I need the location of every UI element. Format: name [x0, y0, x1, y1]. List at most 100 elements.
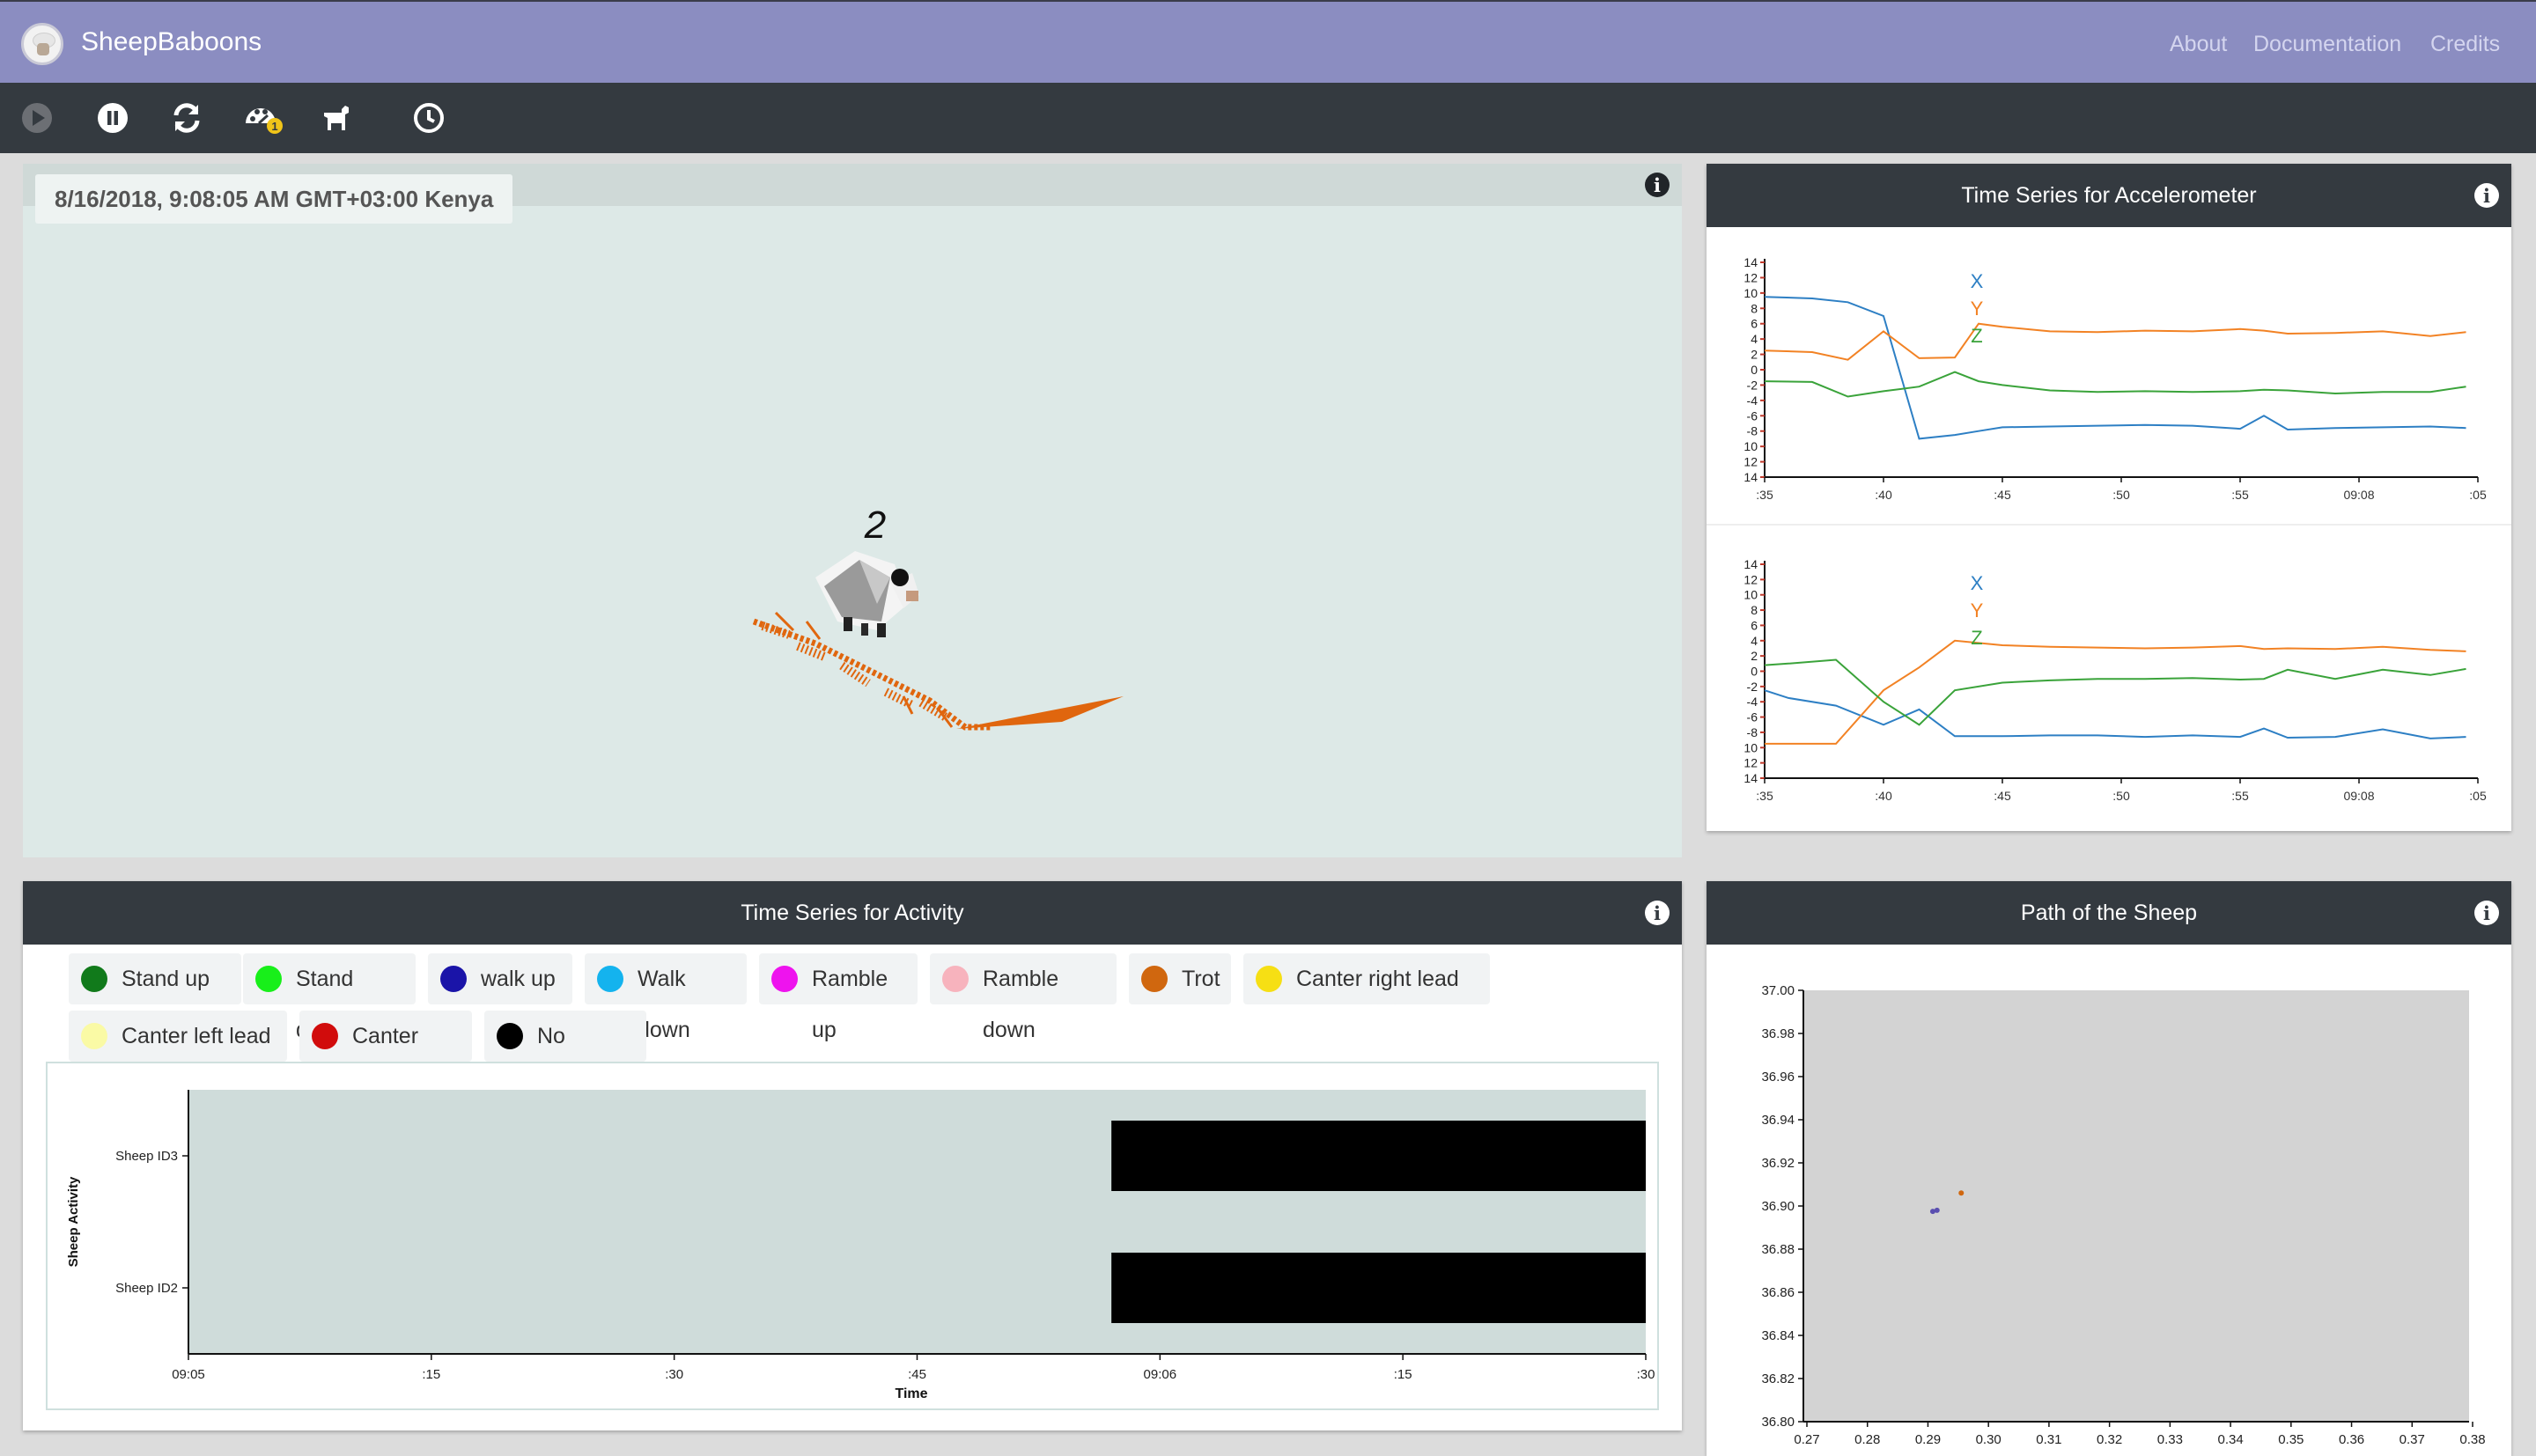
- x-tick-label: 0.35: [2278, 1432, 2304, 1447]
- x-tick-label: 0.34: [2217, 1432, 2243, 1447]
- category-label: Sheep ID2: [115, 1281, 178, 1296]
- legend-label: Canter right lead: [1296, 967, 1459, 991]
- y-tick-label: 8: [1751, 301, 1758, 315]
- y-tick-label: -4: [1747, 393, 1758, 408]
- path-panel: Path of the Sheep 36.8036.8236.8436.8636…: [1707, 881, 2511, 1456]
- x-tick-label: :35: [1756, 488, 1773, 502]
- y-tick-label: 2: [1751, 649, 1758, 663]
- refresh-icon[interactable]: [169, 100, 204, 136]
- x-tick-label: :40: [1875, 488, 1892, 502]
- y-axis-title: Sheep Activity: [66, 1176, 81, 1267]
- y-tick-label: 14: [1744, 470, 1758, 484]
- y-tick-label: 10: [1744, 286, 1758, 300]
- x-tick-label: :50: [2112, 789, 2130, 803]
- accelerometer-chart-1: 14121086420-2-4-6-8101214:35:40:45:50:55…: [1744, 255, 2487, 502]
- activity-chart: 09:05:15:30:45 09:06:15:30 Sheep ID3 Sheep …: [66, 1090, 1655, 1401]
- x-tick-label: :30: [665, 1367, 683, 1382]
- y-tick-label: 4: [1751, 332, 1758, 346]
- accelerometer-chart-2: 14121086420-2-4-6-8101214:35:40:45:50:55…: [1744, 557, 2487, 803]
- legend-label: walk up: [481, 967, 556, 991]
- x-tick-label: :45: [908, 1367, 926, 1382]
- x-tick-label: 09:05: [172, 1367, 205, 1382]
- series-line-y: [1764, 322, 2466, 361]
- x-tick-label: 0.33: [2157, 1432, 2183, 1447]
- y-tick-label: 0: [1751, 665, 1758, 679]
- accelerometer-charts: 14121086420-2-4-6-8101214:35:40:45:50:55…: [1707, 255, 2511, 803]
- x-tick-label: :05: [2469, 789, 2487, 803]
- x-tick-label: :55: [2231, 488, 2249, 502]
- animal-icon[interactable]: [319, 100, 354, 136]
- activity-info-icon[interactable]: [1645, 901, 1670, 925]
- sheep-model[interactable]: [815, 551, 919, 637]
- y-tick-label: 4: [1751, 634, 1758, 648]
- x-tick-label: 0.36: [2339, 1432, 2364, 1447]
- y-tick-label: 10: [1744, 740, 1758, 754]
- nav-link-documentation[interactable]: Documentation: [2253, 32, 2401, 57]
- legend-item-ramble-down[interactable]: Ramble down: [930, 953, 1117, 1042]
- y-tick-label: 14: [1744, 771, 1758, 785]
- clock-icon[interactable]: [411, 100, 446, 136]
- x-tick-label: 0.38: [2459, 1432, 2485, 1447]
- legend-item-canter-left-lead[interactable]: Canter left lead: [69, 1011, 287, 1062]
- y-tick-label: -8: [1747, 424, 1758, 438]
- x-tick-label: 0.28: [1854, 1432, 1880, 1447]
- y-tick-label: 36.90: [1761, 1199, 1795, 1214]
- series-line-y: [1765, 639, 2466, 745]
- path-point-2: [1934, 1207, 1940, 1213]
- series-label-z: Z: [1971, 325, 1982, 347]
- activity-bar-sheep-id2: [1111, 1253, 1646, 1323]
- nav-link-about[interactable]: About: [2170, 32, 2227, 57]
- x-tick-label: :45: [1994, 488, 2011, 502]
- palette-badge: 1: [271, 120, 277, 133]
- legend-item-stand-up[interactable]: Stand up: [69, 953, 241, 1004]
- legend-item-walk-up[interactable]: walk up: [428, 953, 572, 1004]
- legend-item-canter-right-lead[interactable]: Canter right lead: [1243, 953, 1490, 1004]
- toolbar: 1: [0, 83, 2536, 153]
- y-tick-label: -4: [1747, 695, 1758, 709]
- series-label-y: Y: [1971, 599, 1984, 621]
- y-tick-label: 12: [1744, 455, 1758, 469]
- y-tick-label: 12: [1744, 756, 1758, 770]
- y-tick-label: 2: [1751, 348, 1758, 362]
- x-tick-label: 0.37: [2400, 1432, 2425, 1447]
- brand-name[interactable]: SheepBaboons: [81, 27, 262, 57]
- y-tick-label: 6: [1751, 317, 1758, 331]
- series-line-x: [1764, 689, 2466, 739]
- y-tick-label: 36.84: [1761, 1328, 1795, 1343]
- legend-item-no-activity[interactable]: No Activity: [484, 1011, 646, 1099]
- top-navbar: SheepBaboons About Documentation Credits: [0, 0, 2536, 83]
- palette-icon[interactable]: 1: [243, 100, 285, 136]
- y-tick-label: 36.86: [1761, 1285, 1795, 1300]
- sheep-logo-icon[interactable]: [21, 23, 63, 65]
- nav-link-credits[interactable]: Credits: [2430, 32, 2500, 57]
- x-tick-label: 09:08: [2343, 789, 2374, 803]
- x-tick-label: :15: [422, 1367, 440, 1382]
- legend-item-ramble-up[interactable]: Ramble up: [759, 953, 918, 1042]
- series-line-x: [1764, 296, 2466, 440]
- legend-item-walk-down[interactable]: Walk down: [585, 953, 747, 1042]
- accelerometer-info-icon[interactable]: [2474, 183, 2499, 208]
- x-tick-label: 0.29: [1915, 1432, 1941, 1447]
- x-tick-label: :05: [2469, 488, 2487, 502]
- sheep-3d-view[interactable]: 8/16/2018, 9:08:05 AM GMT+03:00 Kenya 2: [23, 164, 1682, 857]
- series-label-x: X: [1971, 270, 1984, 292]
- path-title: Path of the Sheep: [1707, 881, 2511, 945]
- accelerometer-panel: Time Series for Accelerometer 1412108642…: [1707, 164, 2511, 831]
- series-label-y: Y: [1971, 298, 1984, 320]
- path-info-icon[interactable]: [2474, 901, 2499, 925]
- legend-item-stand-down[interactable]: Stand down: [243, 953, 416, 1042]
- x-tick-label: 0.32: [2097, 1432, 2122, 1447]
- path-point-3: [1958, 1190, 1965, 1196]
- y-tick-label: 36.80: [1761, 1415, 1795, 1430]
- y-tick-label: 12: [1744, 572, 1758, 586]
- x-tick-label: 0.31: [2036, 1432, 2061, 1447]
- play-icon[interactable]: [19, 100, 55, 136]
- y-tick-label: 8: [1751, 603, 1758, 617]
- legend-item-canter-unk[interactable]: Canter unk: [299, 1011, 472, 1099]
- x-tick-label: 09:06: [1144, 1367, 1177, 1382]
- y-tick-label: -2: [1747, 680, 1758, 694]
- legend-item-trot[interactable]: Trot: [1129, 953, 1231, 1004]
- accelerometer-title: Time Series for Accelerometer: [1707, 164, 2511, 227]
- pause-icon[interactable]: [95, 100, 130, 136]
- series-line-z: [1764, 658, 2466, 726]
